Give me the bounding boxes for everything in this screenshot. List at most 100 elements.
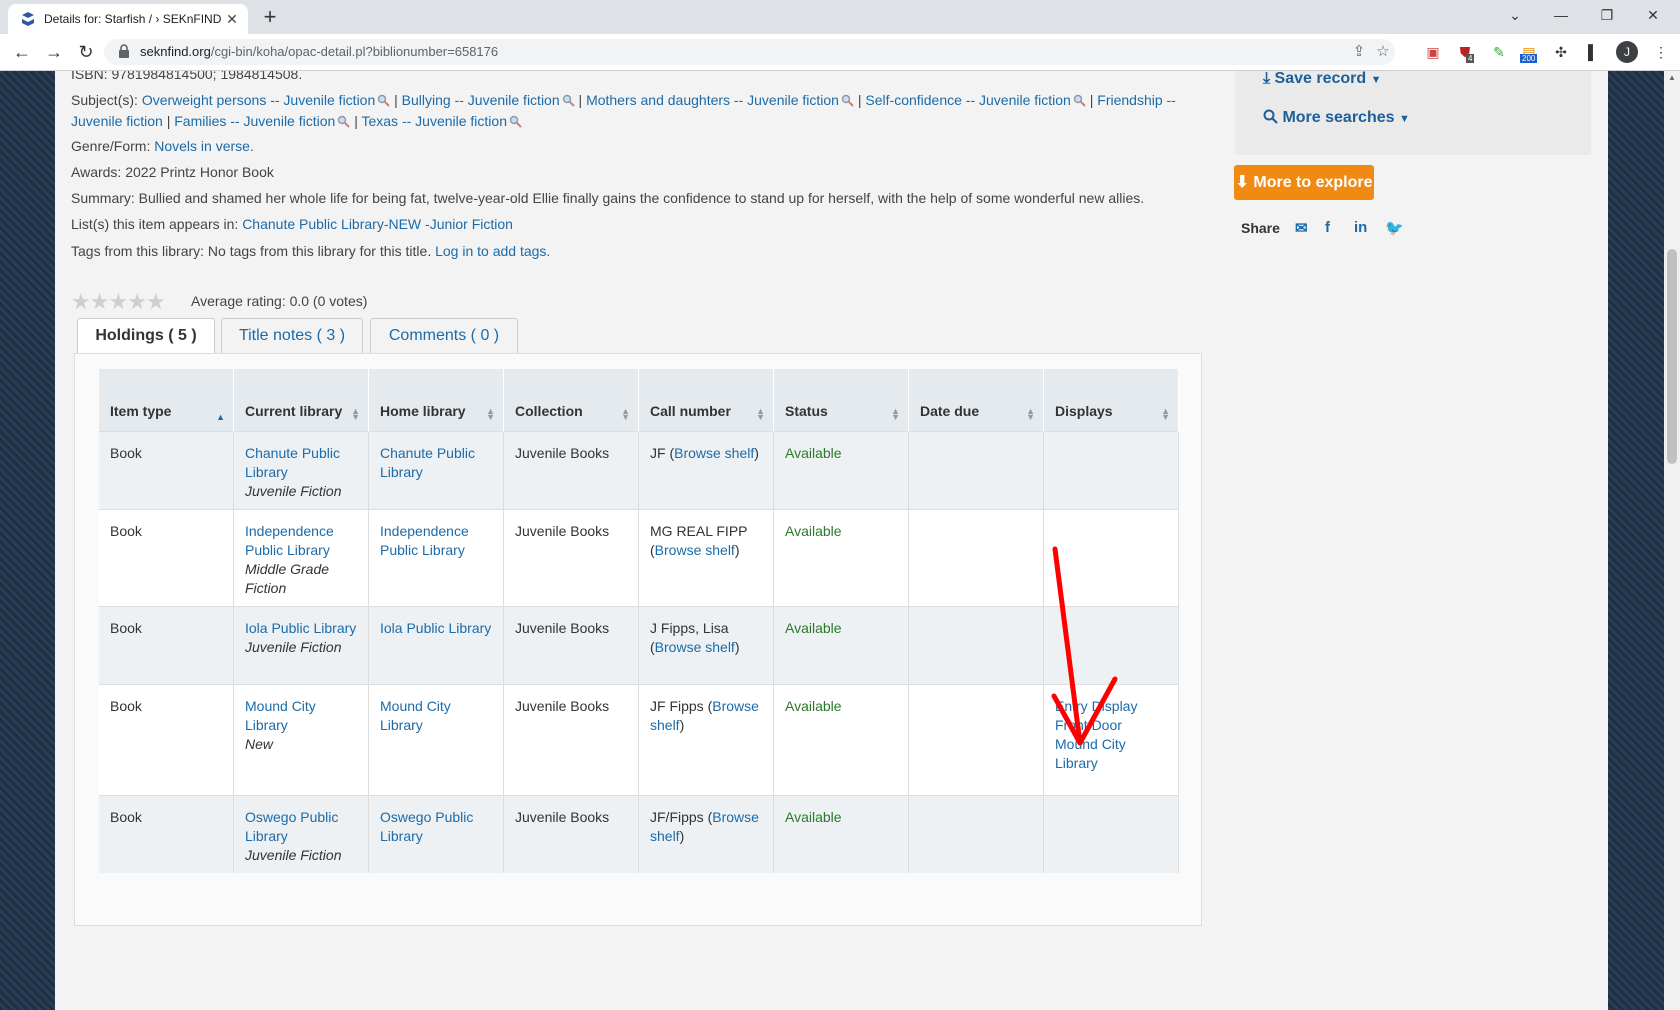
column-header[interactable]: Status ▲ ▼ <box>773 369 909 432</box>
tab-holdings[interactable]: Holdings ( 5 ) <box>77 318 215 355</box>
star-icon[interactable]: ★ <box>146 289 166 314</box>
profile-avatar[interactable]: J <box>1616 41 1638 63</box>
collection: Juvenile Books <box>515 445 610 461</box>
column-header[interactable]: Item type ▲ <box>99 369 234 432</box>
minimize-button[interactable]: — <box>1538 0 1584 30</box>
column-header[interactable]: Date due ▲ ▼ <box>908 369 1044 432</box>
magnifier-icon[interactable] <box>1073 94 1086 107</box>
current-library-link[interactable]: Mound City Library <box>245 698 316 733</box>
item-type-cell: Book <box>99 509 234 607</box>
page-scrollbar[interactable]: ▲ <box>1664 71 1680 1010</box>
subject-link[interactable]: Self-confidence -- Juvenile fiction <box>865 92 1070 108</box>
star-icon[interactable]: ★ <box>108 289 128 314</box>
subject-link[interactable]: Texas -- Juvenile fiction <box>361 113 507 129</box>
login-tags-link[interactable]: Log in to add tags. <box>435 243 550 259</box>
browser-tab[interactable]: Details for: Starfish / › SEKnFIND ✕ <box>8 4 248 34</box>
more-to-explore-button[interactable]: ⬇ More to explore <box>1234 165 1374 200</box>
status-available: Available <box>785 620 842 636</box>
scroll-up-icon[interactable]: ▲ <box>1668 73 1676 82</box>
current-library-link[interactable]: Chanute Public Library <box>245 445 340 480</box>
caret-down-icon: ▼ <box>1370 74 1382 86</box>
collection-cell: Juvenile Books <box>503 606 639 685</box>
collection: Juvenile Books <box>515 620 610 636</box>
home-library-link[interactable]: Oswego Public Library <box>380 809 473 844</box>
column-header[interactable]: Collection ▲ ▼ <box>503 369 639 432</box>
call-number-cell: JF/Fipps (Browse shelf) <box>638 795 774 873</box>
home-library-link[interactable]: Mound City Library <box>380 698 451 733</box>
tab-comments[interactable]: Comments ( 0 ) <box>370 318 518 354</box>
subject-link[interactable]: Bullying -- Juvenile fiction <box>402 92 560 108</box>
sort-icon: ▲ ▼ <box>891 406 900 422</box>
tab-title: Details for: Starfish / › SEKnFIND <box>44 12 222 26</box>
tab-title-notes[interactable]: Title notes ( 3 ) <box>221 318 363 354</box>
tool-extension-icon[interactable]: ✎ <box>1490 43 1508 61</box>
magnifier-icon[interactable] <box>841 94 854 107</box>
home-library-link[interactable]: Chanute Public Library <box>380 445 475 480</box>
subject-link[interactable]: Families -- Juvenile fiction <box>174 113 335 129</box>
genre-link[interactable]: Novels in verse. <box>154 138 254 154</box>
holdings-header-row: Item type ▲ Current library ▲ ▼ Home librar… <box>99 369 1179 432</box>
subject-link[interactable]: Mothers and daughters -- Juvenile fictio… <box>586 92 839 108</box>
magnifier-icon[interactable] <box>509 115 522 128</box>
cast-extension-icon[interactable]: ▣ <box>1424 43 1442 61</box>
table-row: Book Oswego Public Library Juvenile Fictio… <box>99 795 1179 873</box>
browse-shelf-link[interactable]: Browse shelf <box>655 639 735 655</box>
list-link[interactable]: Chanute Public Library-NEW -Junior Ficti… <box>242 216 513 232</box>
table-row: Book Independence Public Library Middle Gr… <box>99 509 1179 607</box>
forward-button[interactable]: → <box>42 40 66 64</box>
save-record-button[interactable]: ⤓ Save record ▼ <box>1263 71 1381 88</box>
column-header[interactable]: Displays ▲ ▼ <box>1043 369 1179 432</box>
status-cell: Available <box>773 509 909 607</box>
twitter-icon[interactable]: 🐦 <box>1385 219 1404 237</box>
email-icon[interactable]: ✉ <box>1295 219 1308 237</box>
star-icon[interactable]: ★ <box>71 289 91 314</box>
tab-close-icon[interactable]: ✕ <box>222 11 242 28</box>
linkedin-icon[interactable]: in <box>1354 219 1367 236</box>
share-label: Share <box>1241 220 1280 236</box>
facebook-icon[interactable]: f <box>1325 219 1330 236</box>
more-searches-button[interactable]: More searches ▼ <box>1263 109 1410 127</box>
column-header[interactable]: Call number ▲ ▼ <box>638 369 774 432</box>
star-rating[interactable]: ★★★★★ <box>71 289 166 315</box>
current-library-link[interactable]: Independence Public Library <box>245 523 334 558</box>
status-cell: Available <box>773 606 909 685</box>
browse-shelf-link[interactable]: Browse shelf <box>674 445 754 461</box>
menu-kebab-icon[interactable]: ⋮ <box>1652 43 1670 61</box>
browse-shelf-link[interactable]: Browse shelf <box>655 542 735 558</box>
column-header[interactable]: Current library ▲ ▼ <box>233 369 369 432</box>
shelving-location: New <box>245 736 274 752</box>
star-icon[interactable]: ★ <box>127 289 147 314</box>
magnifier-icon[interactable] <box>377 94 390 107</box>
tab-search-chevron-icon[interactable]: ⌄ <box>1492 0 1538 30</box>
column-header[interactable]: Home library ▲ ▼ <box>368 369 504 432</box>
home-library-link[interactable]: Independence Public Library <box>380 523 469 558</box>
address-bar[interactable]: seknfind.org/cgi-bin/koha/opac-detail.pl… <box>104 39 1395 65</box>
bookmark-star-icon[interactable]: ☆ <box>1374 43 1392 61</box>
sidepanel-icon[interactable]: ▌ <box>1584 43 1602 61</box>
current-library-link[interactable]: Iola Public Library <box>245 620 356 636</box>
new-tab-button[interactable]: + <box>258 4 282 30</box>
restore-button[interactable]: ❐ <box>1584 0 1630 30</box>
back-button[interactable]: ← <box>10 40 34 64</box>
item-type-cell: Book <box>99 795 234 873</box>
subjects-label: Subject(s): <box>71 92 138 108</box>
puzzle-extensions-icon[interactable]: ✣ <box>1552 43 1570 61</box>
current-library-link[interactable]: Oswego Public Library <box>245 809 338 844</box>
home-library-link[interactable]: Iola Public Library <box>380 620 491 636</box>
item-type-cell: Book <box>99 606 234 685</box>
star-icon[interactable]: ★ <box>90 289 110 314</box>
item-type: Book <box>110 698 142 714</box>
scrollbar-thumb[interactable] <box>1667 249 1677 464</box>
genre-label: Genre/Form: <box>71 138 151 154</box>
magnifier-icon[interactable] <box>562 94 575 107</box>
subject-link[interactable]: Overweight persons -- Juvenile fiction <box>142 92 375 108</box>
share-page-icon[interactable]: ⇪ <box>1350 43 1368 61</box>
reload-button[interactable]: ↻ <box>74 40 98 64</box>
magnifier-icon[interactable] <box>337 115 351 128</box>
caret-down-icon: ▼ <box>1398 113 1410 125</box>
call-number: JF ( <box>650 445 675 461</box>
close-window-button[interactable]: ✕ <box>1630 0 1676 30</box>
display-link[interactable]: Entry Display Front Door Mound City Libr… <box>1055 698 1137 771</box>
date-due-cell <box>908 431 1044 510</box>
lock-icon <box>119 44 129 58</box>
